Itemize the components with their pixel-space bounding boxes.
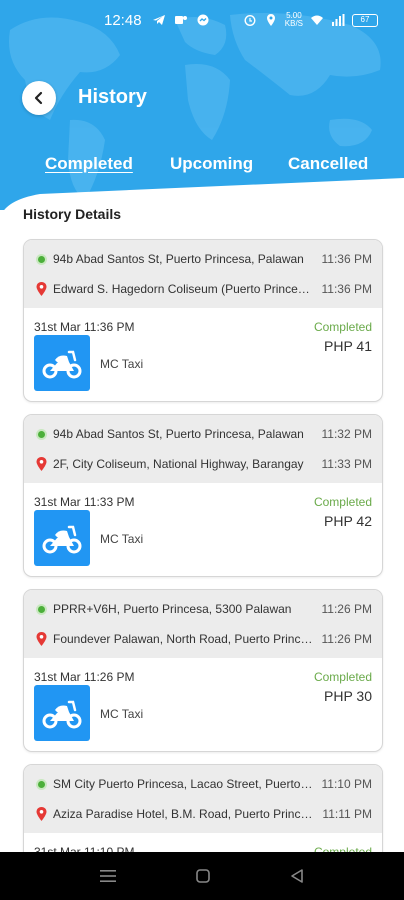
tab-completed[interactable]: Completed [45, 154, 133, 174]
status-bar: 12:48 5.00 KB/S 67 [0, 0, 404, 40]
ride-detail: 31st Mar 11:33 PM Completed PHP 42 MC Ta… [24, 483, 382, 576]
ride-price: PHP 30 [324, 688, 372, 704]
map-pin-icon [36, 457, 47, 471]
pickup-row: 94b Abad Santos St, Puerto Princesa, Pal… [24, 244, 382, 274]
dropoff-row: Edward S. Hagedorn Coliseum (Puerto Prin… [24, 274, 382, 304]
ride-datetime: 31st Mar 11:26 PM [34, 670, 135, 684]
dropoff-address: Edward S. Hagedorn Coliseum (Puerto Prin… [53, 282, 315, 296]
pickup-dot-icon [36, 778, 47, 790]
vehicle-thumbnail [34, 510, 90, 566]
pickup-row: PPRR+V6H, Puerto Princesa, 5300 Palawan … [24, 594, 382, 624]
ride-card[interactable]: 94b Abad Santos St, Puerto Princesa, Pal… [23, 239, 383, 402]
pickup-address: 94b Abad Santos St, Puerto Princesa, Pal… [53, 427, 304, 441]
home-icon[interactable] [195, 868, 211, 884]
pickup-address: 94b Abad Santos St, Puerto Princesa, Pal… [53, 252, 304, 266]
motorcycle-icon [42, 350, 82, 379]
route-summary: 94b Abad Santos St, Puerto Princesa, Pal… [24, 415, 382, 483]
wifi-icon [311, 15, 323, 25]
pickup-address: PPRR+V6H, Puerto Princesa, 5300 Palawan [53, 602, 292, 616]
vehicle-thumbnail [34, 685, 90, 741]
ride-status: Completed [313, 320, 372, 334]
pickup-time: 11:32 PM [321, 427, 372, 441]
dropoff-row: Aziza Paradise Hotel, B.M. Road, Puerto … [24, 799, 382, 829]
tab-upcoming[interactable]: Upcoming [170, 154, 253, 174]
telegram-icon [152, 15, 165, 25]
back-button[interactable] [22, 81, 56, 115]
ride-detail: 31st Mar 11:36 PM Completed PHP 41 MC Ta… [24, 308, 382, 401]
route-summary: 94b Abad Santos St, Puerto Princesa, Pal… [24, 240, 382, 308]
tab-cancelled[interactable]: Cancelled [288, 154, 368, 174]
location-icon [266, 14, 275, 26]
ride-history-list: 94b Abad Santos St, Puerto Princesa, Pal… [23, 239, 383, 900]
vehicle-thumbnail [34, 335, 90, 391]
map-pin-icon [36, 807, 47, 821]
dropoff-time: 11:26 PM [321, 632, 372, 646]
map-pin-icon [36, 632, 47, 646]
page-title: History [78, 86, 147, 108]
network-speed: 5.00 KB/S [284, 11, 303, 28]
ride-status: Completed [313, 495, 372, 509]
route-summary: PPRR+V6H, Puerto Princesa, 5300 Palawan … [24, 590, 382, 658]
battery-level: 67 [360, 15, 370, 24]
vehicle-type: MC Taxi [100, 532, 144, 546]
map-pin-icon [36, 282, 47, 296]
alarm-icon [244, 14, 256, 27]
pickup-time: 11:36 PM [321, 252, 372, 266]
dropoff-address: Foundever Palawan, North Road, Puerto Pr… [53, 632, 320, 646]
pickup-address: SM City Puerto Princesa, Lacao Street, P… [53, 777, 322, 791]
ride-datetime: 31st Mar 11:33 PM [34, 495, 135, 509]
dropoff-row: 2F, City Coliseum, National Highway, Bar… [24, 449, 382, 479]
motorcycle-icon [42, 700, 82, 729]
ride-status: Completed [313, 670, 372, 684]
menu-icon[interactable] [99, 868, 117, 884]
ride-datetime: 31st Mar 11:36 PM [34, 320, 135, 334]
dropoff-time: 11:36 PM [321, 282, 372, 296]
dropoff-address: 2F, City Coliseum, National Highway, Bar… [53, 457, 304, 471]
system-nav-bar [0, 852, 404, 900]
chevron-left-icon [34, 91, 43, 105]
dropoff-address: Aziza Paradise Hotel, B.M. Road, Puerto … [53, 807, 320, 821]
ride-card[interactable]: PPRR+V6H, Puerto Princesa, 5300 Palawan … [23, 589, 383, 752]
pickup-time: 11:10 PM [321, 777, 372, 791]
pickup-dot-icon [36, 428, 47, 440]
tab-bar: Completed Upcoming Cancelled [0, 154, 404, 178]
section-title: History Details [23, 206, 122, 222]
route-summary: SM City Puerto Princesa, Lacao Street, P… [24, 765, 382, 833]
vehicle-type: MC Taxi [100, 707, 144, 721]
pickup-dot-icon [36, 253, 47, 265]
vehicle-type: MC Taxi [100, 357, 144, 371]
pickup-row: SM City Puerto Princesa, Lacao Street, P… [24, 769, 382, 799]
battery-icon: 67 [352, 13, 378, 27]
teams-icon [174, 16, 187, 24]
pickup-dot-icon [36, 603, 47, 615]
dropoff-time: 11:33 PM [321, 457, 372, 471]
messenger-icon [197, 14, 209, 26]
ride-card[interactable]: 94b Abad Santos St, Puerto Princesa, Pal… [23, 414, 383, 577]
status-time: 12:48 [104, 11, 142, 29]
ride-price: PHP 42 [324, 513, 372, 529]
motorcycle-icon [42, 525, 82, 554]
pickup-time: 11:26 PM [321, 602, 372, 616]
dropoff-time: 11:11 PM [322, 807, 372, 821]
ride-price: PHP 41 [324, 338, 372, 354]
dropoff-row: Foundever Palawan, North Road, Puerto Pr… [24, 624, 382, 654]
signal-icon [332, 14, 345, 26]
pickup-row: 94b Abad Santos St, Puerto Princesa, Pal… [24, 419, 382, 449]
ride-detail: 31st Mar 11:26 PM Completed PHP 30 MC Ta… [24, 658, 382, 751]
back-triangle-icon[interactable] [289, 868, 305, 884]
